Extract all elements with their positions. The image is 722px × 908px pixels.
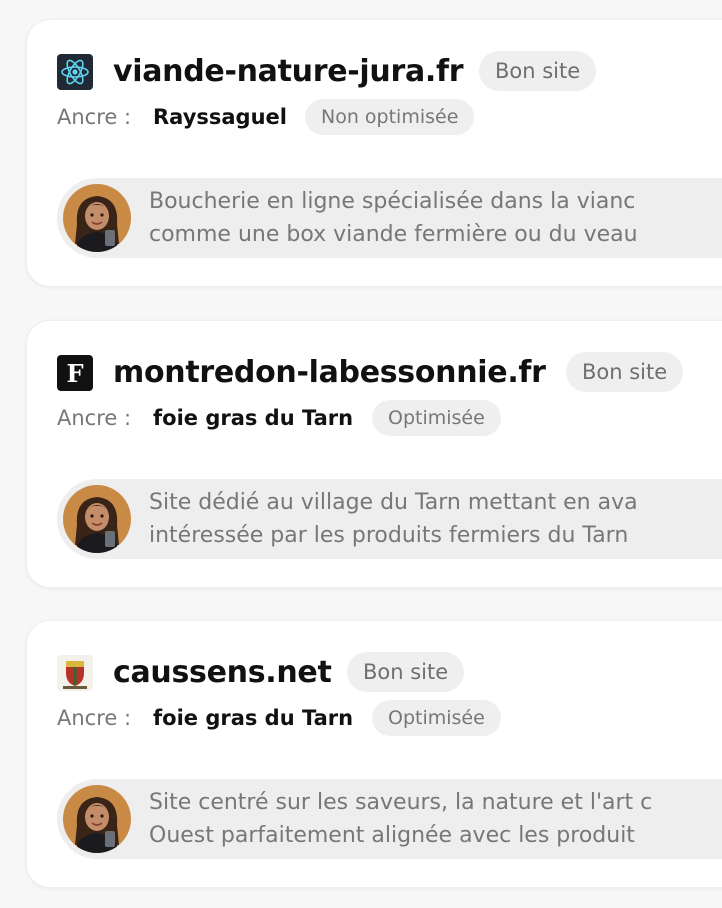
site-card[interactable]: caussens.net Bon site Ancre : foie gras … bbox=[26, 620, 722, 888]
site-description: Site centré sur les saveurs, la nature e… bbox=[149, 786, 722, 852]
site-quality-badge: Bon site bbox=[347, 652, 465, 692]
site-card[interactable]: F montredon-labessonnie.fr Bon site Ancr… bbox=[26, 320, 722, 588]
site-domain[interactable]: caussens.net bbox=[113, 653, 332, 693]
site-quality-badge: Bon site bbox=[566, 352, 684, 392]
avatar bbox=[63, 785, 131, 853]
anchor-label: Ancre : bbox=[57, 706, 132, 730]
avatar bbox=[63, 184, 131, 252]
anchor-status-badge: Optimisée bbox=[372, 700, 501, 736]
site-description: Site dédié au village du Tarn mettant en… bbox=[149, 486, 722, 552]
description-line: Site dédié au village du Tarn mettant en… bbox=[149, 490, 638, 515]
description-line: intéressée par les produits fermiers du … bbox=[149, 523, 629, 548]
description-line: Ouest parfaitement alignée avec les prod… bbox=[149, 823, 635, 848]
site-list: viande-nature-jura.fr Bon site Ancre : R… bbox=[0, 0, 722, 908]
description-line: Boucherie en ligne spécialisée dans la v… bbox=[149, 189, 636, 214]
react-atom-icon bbox=[57, 54, 93, 90]
description-bubble: Site dédié au village du Tarn mettant en… bbox=[57, 479, 722, 559]
site-description: Boucherie en ligne spécialisée dans la v… bbox=[149, 185, 722, 251]
anchor-text: Rayssaguel bbox=[153, 105, 287, 129]
anchor-text: foie gras du Tarn bbox=[153, 706, 354, 730]
favicon-letter: F bbox=[66, 359, 83, 388]
anchor-label: Ancre : bbox=[57, 105, 132, 129]
anchor-text: foie gras du Tarn bbox=[153, 406, 354, 430]
coat-of-arms-icon bbox=[57, 655, 93, 691]
site-quality-badge: Bon site bbox=[479, 51, 597, 91]
description-line: Site centré sur les saveurs, la nature e… bbox=[149, 790, 653, 815]
anchor-label: Ancre : bbox=[57, 406, 132, 430]
description-line: comme une box viande fermière ou du veau bbox=[149, 222, 638, 247]
description-bubble: Site centré sur les saveurs, la nature e… bbox=[57, 779, 722, 859]
site-domain[interactable]: viande-nature-jura.fr bbox=[113, 52, 464, 92]
description-bubble: Boucherie en ligne spécialisée dans la v… bbox=[57, 178, 722, 258]
site-domain[interactable]: montredon-labessonnie.fr bbox=[113, 353, 546, 393]
letter-f-icon: F bbox=[57, 355, 93, 391]
avatar bbox=[63, 485, 131, 553]
anchor-status-badge: Non optimisée bbox=[305, 99, 475, 135]
site-card[interactable]: viande-nature-jura.fr Bon site Ancre : R… bbox=[26, 19, 722, 287]
anchor-status-badge: Optimisée bbox=[372, 400, 501, 436]
